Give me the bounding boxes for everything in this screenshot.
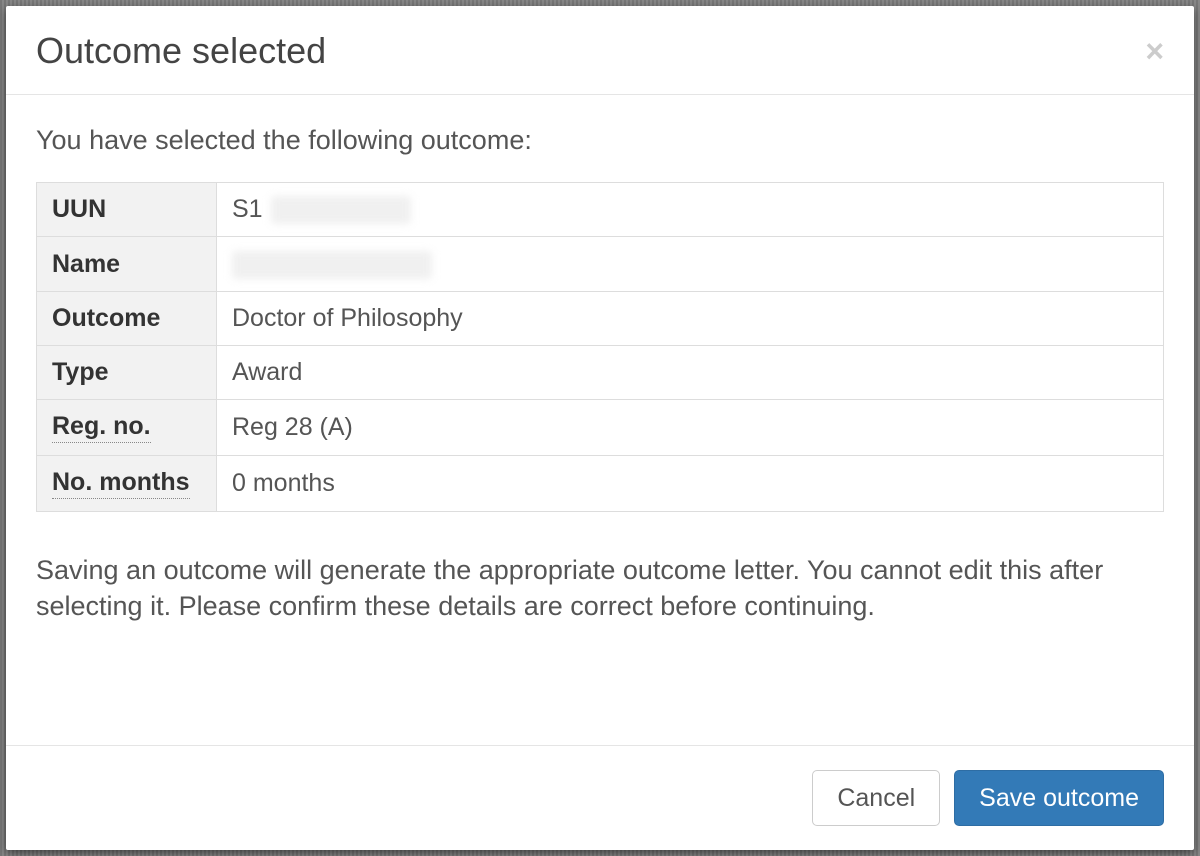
modal-body: You have selected the following outcome:… bbox=[6, 95, 1194, 745]
no-months-value: 0 months bbox=[217, 455, 1164, 511]
redacted-block bbox=[271, 196, 411, 224]
name-label: Name bbox=[37, 237, 217, 291]
reg-no-label-text: Reg. no. bbox=[52, 412, 151, 443]
outcome-selected-modal: Outcome selected × You have selected the… bbox=[6, 6, 1194, 850]
reg-no-value: Reg 28 (A) bbox=[217, 399, 1164, 455]
table-row: No. months 0 months bbox=[37, 455, 1164, 511]
modal-header: Outcome selected × bbox=[6, 6, 1194, 95]
table-row: Type Award bbox=[37, 345, 1164, 399]
uun-prefix: S1 bbox=[232, 195, 263, 223]
table-row: Name bbox=[37, 237, 1164, 291]
name-value bbox=[217, 237, 1164, 291]
uun-label: UUN bbox=[37, 183, 217, 237]
outcome-label: Outcome bbox=[37, 291, 217, 345]
uun-value: S1 bbox=[217, 183, 1164, 237]
type-label: Type bbox=[37, 345, 217, 399]
intro-text: You have selected the following outcome: bbox=[36, 125, 1164, 156]
outcome-details-table: UUN S1 Name Outcome Doctor of Philosophy bbox=[36, 182, 1164, 512]
type-value: Award bbox=[217, 345, 1164, 399]
warning-text: Saving an outcome will generate the appr… bbox=[36, 552, 1164, 625]
table-row: Reg. no. Reg 28 (A) bbox=[37, 399, 1164, 455]
cancel-button[interactable]: Cancel bbox=[812, 770, 940, 826]
modal-title: Outcome selected bbox=[36, 30, 326, 72]
outcome-value: Doctor of Philosophy bbox=[217, 291, 1164, 345]
table-row: Outcome Doctor of Philosophy bbox=[37, 291, 1164, 345]
redacted-block bbox=[232, 251, 432, 279]
close-icon[interactable]: × bbox=[1145, 35, 1164, 67]
no-months-label: No. months bbox=[37, 455, 217, 511]
no-months-label-text: No. months bbox=[52, 468, 190, 499]
table-row: UUN S1 bbox=[37, 183, 1164, 237]
save-outcome-button[interactable]: Save outcome bbox=[954, 770, 1164, 826]
modal-footer: Cancel Save outcome bbox=[6, 745, 1194, 850]
reg-no-label: Reg. no. bbox=[37, 399, 217, 455]
